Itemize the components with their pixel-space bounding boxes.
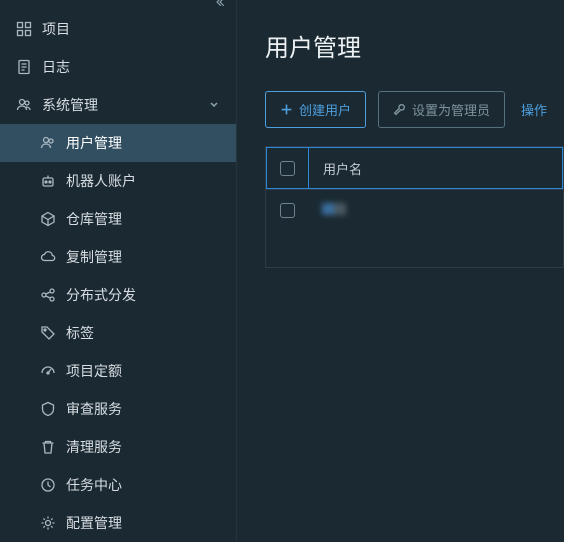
sidebar-item-label: 系统管理 <box>42 95 98 115</box>
page-title: 用户管理 <box>265 28 564 63</box>
share-icon <box>40 287 56 303</box>
sidebar-sub-repositories[interactable]: 仓库管理 <box>0 200 236 238</box>
sidebar-sub-robot-accounts[interactable]: 机器人账户 <box>0 162 236 200</box>
sidebar: 项目 日志 系统管理 用户管理 机器人账户 仓库管理 <box>0 0 237 541</box>
main-content: 用户管理 创建用户 设置为管理员 操作 用户名 <box>237 0 564 541</box>
actions-button[interactable]: 操作 <box>517 91 551 128</box>
sidebar-sub-interrogation[interactable]: 审查服务 <box>0 390 236 428</box>
robot-icon <box>40 173 56 189</box>
sidebar-item-label: 项目 <box>42 19 70 39</box>
row-checkbox[interactable] <box>280 203 295 218</box>
users-table: 用户名 <box>265 146 564 268</box>
select-all-checkbox[interactable] <box>280 161 295 176</box>
table-footer <box>266 231 563 267</box>
sidebar-sub-label: 分布式分发 <box>66 285 136 305</box>
create-user-button[interactable]: 创建用户 <box>265 91 366 128</box>
sidebar-sub-configuration[interactable]: 配置管理 <box>0 504 236 542</box>
sidebar-item-system-management[interactable]: 系统管理 <box>0 86 236 124</box>
shield-icon <box>40 401 56 417</box>
sidebar-sub-label: 仓库管理 <box>66 209 122 229</box>
clock-icon <box>40 477 56 493</box>
grid-icon <box>16 21 32 37</box>
row-select-cell <box>266 190 308 231</box>
set-admin-button[interactable]: 设置为管理员 <box>378 91 505 128</box>
document-icon <box>16 59 32 75</box>
select-all-cell <box>267 148 309 188</box>
sidebar-sub-labels[interactable]: 标签 <box>0 314 236 352</box>
redacted-username <box>322 203 362 215</box>
table-header-row: 用户名 <box>266 147 563 189</box>
sidebar-sub-label: 审查服务 <box>66 399 122 419</box>
sidebar-sub-label: 用户管理 <box>66 133 122 153</box>
table-row[interactable] <box>266 189 563 231</box>
sidebar-sub-user-management[interactable]: 用户管理 <box>0 124 236 162</box>
gauge-icon <box>40 363 56 379</box>
sidebar-sub-quotas[interactable]: 项目定额 <box>0 352 236 390</box>
sidebar-item-label: 日志 <box>42 57 70 77</box>
cell-username <box>308 203 563 218</box>
sidebar-sub-label: 标签 <box>66 323 94 343</box>
tag-icon <box>40 325 56 341</box>
sidebar-sub-label: 复制管理 <box>66 247 122 267</box>
trash-icon <box>40 439 56 455</box>
button-label: 设置为管理员 <box>412 100 490 119</box>
users-icon <box>16 97 32 113</box>
button-label: 操作 <box>521 100 547 119</box>
gear-icon <box>40 515 56 531</box>
sidebar-sub-garbage-collection[interactable]: 清理服务 <box>0 428 236 466</box>
sidebar-collapse-icon[interactable] <box>214 0 226 11</box>
sidebar-sub-label: 清理服务 <box>66 437 122 457</box>
sidebar-sub-label: 配置管理 <box>66 513 122 533</box>
sidebar-item-logs[interactable]: 日志 <box>0 48 236 86</box>
cube-icon <box>40 211 56 227</box>
sidebar-sub-label: 任务中心 <box>66 475 122 495</box>
toolbar: 创建用户 设置为管理员 操作 <box>265 91 564 128</box>
plus-icon <box>280 103 293 116</box>
sidebar-sub-label: 项目定额 <box>66 361 122 381</box>
sidebar-sub-label: 机器人账户 <box>66 171 136 191</box>
sidebar-sub-replication[interactable]: 复制管理 <box>0 238 236 276</box>
chevron-down-icon <box>208 97 220 113</box>
sidebar-sub-distribution[interactable]: 分布式分发 <box>0 276 236 314</box>
sidebar-sub-job-service[interactable]: 任务中心 <box>0 466 236 504</box>
button-label: 创建用户 <box>299 100 351 119</box>
cloud-icon <box>40 249 56 265</box>
wrench-icon <box>393 103 406 116</box>
users-small-icon <box>40 135 56 151</box>
column-header-username[interactable]: 用户名 <box>309 159 562 178</box>
sidebar-item-projects[interactable]: 项目 <box>0 10 236 48</box>
